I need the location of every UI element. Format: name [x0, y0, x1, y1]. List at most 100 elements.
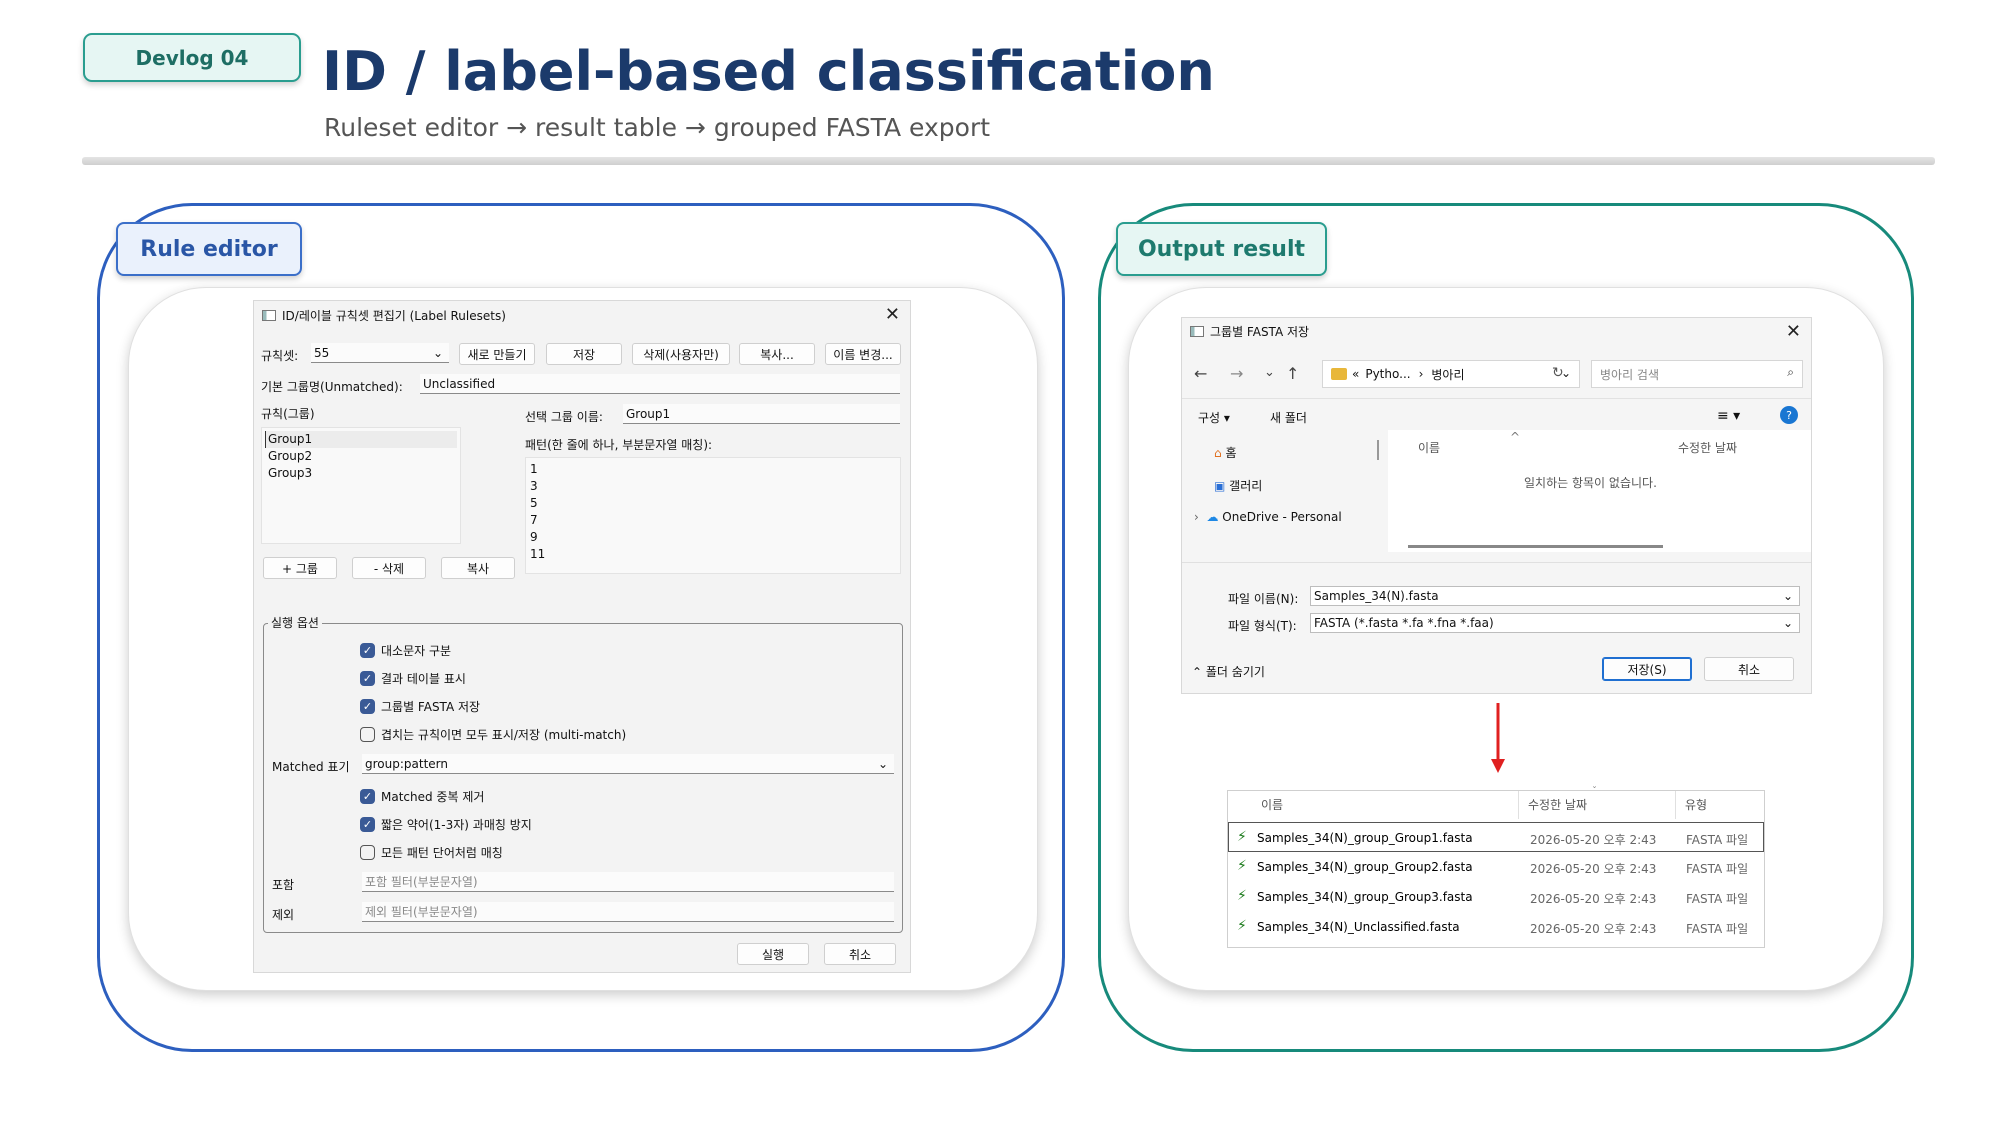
nav-scrollbar[interactable]: [1377, 440, 1379, 460]
search-input[interactable]: 병아리 검색 ⌕: [1591, 360, 1803, 388]
ruleset-select[interactable]: 55 ⌄: [311, 343, 449, 363]
file-type: FASTA 파일: [1686, 922, 1749, 936]
delete-group-button[interactable]: - 삭제: [352, 557, 426, 579]
column-name[interactable]: 이름: [1261, 796, 1283, 813]
group-item[interactable]: Group3: [265, 465, 457, 482]
group-item[interactable]: Group2: [265, 448, 457, 465]
rules-label: 규칙(그룹): [261, 407, 315, 421]
path-segment[interactable]: 병아리: [1431, 366, 1464, 383]
cloud-icon: ☁: [1206, 510, 1219, 524]
horizontal-scrollbar[interactable]: [1408, 545, 1663, 548]
file-view-area: 이름 ^ 수정한 날짜 일치하는 항목이 없습니다.: [1388, 430, 1811, 552]
folder-icon: [1331, 368, 1347, 380]
page-title: ID / label-based classification: [322, 40, 1215, 103]
matched-display-label: Matched 표기: [272, 760, 350, 774]
chevron-right-icon: ›: [1418, 367, 1424, 381]
nav-item-home[interactable]: ⌂ 홈: [1214, 444, 1237, 461]
filename-input[interactable]: Samples_34(N).fasta ⌄: [1310, 586, 1800, 606]
copy-ruleset-button[interactable]: 복사...: [739, 343, 815, 365]
column-name[interactable]: 이름: [1418, 439, 1440, 456]
group-item[interactable]: Group1: [265, 431, 457, 448]
organize-label: 구성: [1198, 411, 1221, 425]
refresh-icon[interactable]: ↻: [1552, 365, 1564, 381]
new-ruleset-button[interactable]: 새로 만들기: [459, 343, 535, 365]
file-row[interactable]: ⚡ Samples_34(N)_group_Group2.fasta 2026-…: [1228, 852, 1764, 882]
cancel-button[interactable]: 취소: [1704, 657, 1794, 681]
path-overflow: «: [1352, 367, 1360, 381]
search-placeholder: 병아리 검색: [1600, 367, 1660, 382]
output-result-tag: Output result: [1116, 222, 1327, 276]
help-icon[interactable]: ?: [1780, 406, 1798, 424]
filetype-select[interactable]: FASTA (*.fasta *.fa *.fna *.faa) ⌄: [1310, 613, 1800, 633]
hide-folders-label: 폴더 숨기기: [1205, 665, 1265, 679]
close-icon[interactable]: ✕: [1786, 321, 1801, 342]
save-dialog-titlebar: 그룹별 FASTA 저장 ✕: [1182, 318, 1811, 344]
pattern-line: 7: [530, 513, 538, 527]
default-group-input[interactable]: Unclassified: [420, 374, 900, 394]
checkbox-label: 대소문자 구분: [381, 644, 452, 658]
dedupe-matched-checkbox[interactable]: ✓ Matched 중복 제거: [360, 788, 484, 805]
file-row[interactable]: ⚡ Samples_34(N)_group_Group1.fasta 2026-…: [1228, 822, 1764, 852]
group-list[interactable]: Group1 Group2 Group3: [261, 427, 461, 544]
rename-ruleset-button[interactable]: 이름 변경...: [825, 343, 901, 365]
short-abbrev-guard-checkbox[interactable]: ✓ 짧은 약어(1-3자) 과매칭 방지: [360, 816, 532, 833]
include-filter-input[interactable]: 포함 필터(부분문자열): [362, 872, 894, 892]
chevron-up-icon: ⌃: [1192, 665, 1203, 679]
save-ruleset-button[interactable]: 저장: [546, 343, 622, 365]
pattern-line: 5: [530, 496, 538, 510]
checkbox-box: [360, 727, 375, 742]
checkbox-label: 그룹별 FASTA 저장: [381, 700, 481, 714]
file-modified: 2026-05-20 오후 2:43: [1530, 833, 1657, 847]
hide-folders-toggle[interactable]: ⌃ 폴더 숨기기: [1192, 663, 1265, 680]
nav-item-onedrive[interactable]: › ☁ OneDrive - Personal: [1194, 510, 1342, 524]
file-row[interactable]: ⚡ Samples_34(N)_Unclassified.fasta 2026-…: [1228, 912, 1764, 942]
file-row[interactable]: ⚡ Samples_34(N)_group_Group3.fasta 2026-…: [1228, 882, 1764, 912]
pattern-textarea[interactable]: 1 3 5 7 9 11: [525, 457, 901, 574]
save-button[interactable]: 저장(S): [1602, 657, 1692, 681]
recent-locations-icon[interactable]: ⌄: [1264, 365, 1275, 380]
dialog-titlebar: ID/레이블 규칙셋 편집기 (Label Rulesets) ✕: [254, 301, 910, 329]
column-type[interactable]: 유형: [1685, 796, 1707, 813]
multi-match-checkbox[interactable]: 겹치는 규칙이면 모두 표시/저장 (multi-match): [360, 726, 626, 743]
save-dialog-title: 그룹별 FASTA 저장: [1210, 324, 1310, 339]
cancel-button[interactable]: 취소: [824, 943, 896, 965]
fasta-file-icon: ⚡: [1237, 858, 1247, 874]
address-bar[interactable]: « Pytho... › 병아리 ⌄: [1322, 360, 1580, 388]
column-modified[interactable]: 수정한 날짜: [1528, 796, 1587, 813]
fasta-file-icon: ⚡: [1237, 918, 1247, 934]
sort-caret-icon: ˇ: [1592, 786, 1597, 797]
slide: Devlog 04 ID / label-based classificatio…: [0, 0, 2001, 1125]
ruleset-value: 55: [314, 345, 330, 360]
path-segment[interactable]: Pytho...: [1365, 367, 1410, 381]
case-sensitive-checkbox[interactable]: ✓ 대소문자 구분: [360, 642, 451, 659]
forward-arrow-icon[interactable]: →: [1230, 364, 1243, 383]
up-arrow-icon[interactable]: ↑: [1286, 364, 1299, 383]
checkmark-icon: ✓: [360, 699, 375, 714]
view-options-icon[interactable]: ≡ ▾: [1717, 408, 1740, 424]
pattern-label: 패턴(한 줄에 하나, 부분문자열 매칭):: [525, 438, 713, 452]
filename-value: Samples_34(N).fasta: [1314, 589, 1439, 603]
column-modified[interactable]: 수정한 날짜: [1678, 439, 1737, 456]
show-result-table-checkbox[interactable]: ✓ 결과 테이블 표시: [360, 670, 466, 687]
nav-item-gallery[interactable]: ▣ 갤러리: [1214, 477, 1262, 494]
selected-group-input[interactable]: Group1: [623, 404, 900, 424]
exclude-filter-input[interactable]: 제외 필터(부분문자열): [362, 902, 894, 922]
chevron-down-icon: ⌄: [1782, 589, 1793, 603]
exclude-label: 제외: [272, 908, 295, 922]
copy-group-button[interactable]: 복사: [441, 557, 515, 579]
word-match-checkbox[interactable]: 모든 패턴 단어처럼 매칭: [360, 844, 503, 861]
matched-display-select[interactable]: group:pattern ⌄: [362, 754, 894, 774]
save-fasta-per-group-checkbox[interactable]: ✓ 그룹별 FASTA 저장: [360, 698, 480, 715]
new-folder-button[interactable]: 새 폴더: [1270, 409, 1307, 426]
back-arrow-icon[interactable]: ←: [1194, 364, 1207, 383]
sort-caret-icon: ^: [1510, 430, 1521, 444]
delete-ruleset-button[interactable]: 삭제(사용자만): [632, 343, 730, 365]
add-group-button[interactable]: + 그룹: [263, 557, 337, 579]
label-ruleset-dialog: ID/레이블 규칙셋 편집기 (Label Rulesets) ✕ 규칙셋: 5…: [253, 300, 911, 973]
file-type: FASTA 파일: [1686, 833, 1749, 847]
close-icon[interactable]: ✕: [885, 304, 900, 325]
organize-menu[interactable]: 구성 ▾: [1198, 409, 1230, 426]
exported-file-list: 이름 수정한 날짜 ˇ 유형 ⚡ Samples_34(N)_group_Gro…: [1227, 786, 1765, 948]
run-button[interactable]: 실행: [737, 943, 809, 965]
file-name: Samples_34(N)_group_Group3.fasta: [1257, 890, 1473, 904]
